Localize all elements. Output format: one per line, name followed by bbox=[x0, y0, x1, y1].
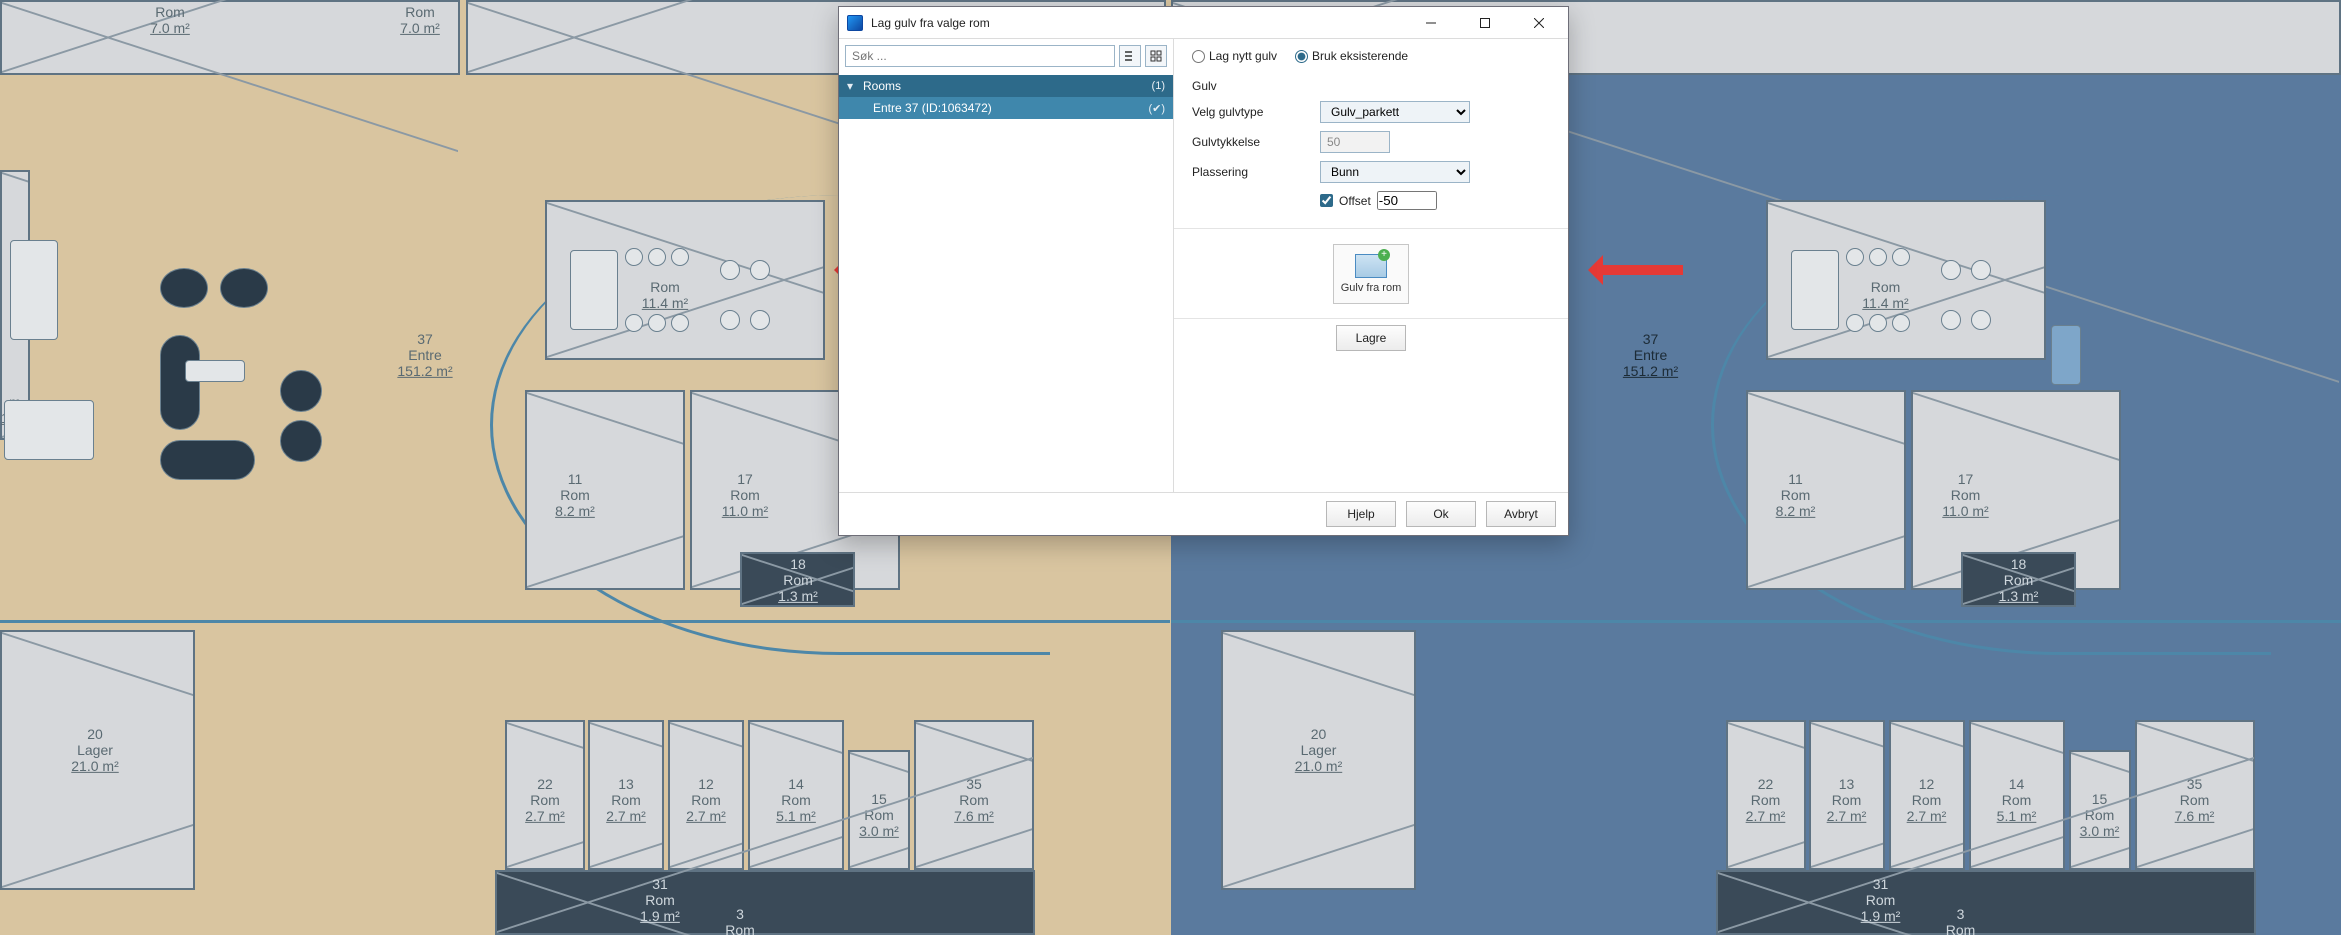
radio-existing-floor-label: Bruk eksisterende bbox=[1312, 49, 1408, 63]
floor-from-room-label: Gulv fra rom bbox=[1341, 282, 1402, 294]
window-maximize-button[interactable] bbox=[1462, 7, 1508, 38]
floor-thickness-input bbox=[1320, 131, 1390, 153]
floor-placement-label: Plassering bbox=[1192, 165, 1312, 179]
window-close-button[interactable] bbox=[1516, 7, 1562, 38]
radio-new-floor-label: Lag nytt gulv bbox=[1209, 49, 1277, 63]
offset-input[interactable] bbox=[1377, 191, 1437, 210]
offset-label: Offset bbox=[1339, 194, 1371, 208]
floor-type-select[interactable]: Gulv_parkett bbox=[1320, 101, 1470, 123]
tree-item-label: Entre 37 (ID:1063472) bbox=[873, 101, 1127, 115]
floor-type-label: Velg gulvtype bbox=[1192, 105, 1312, 119]
help-button[interactable]: Hjelp bbox=[1326, 501, 1396, 527]
floor-from-room-icon bbox=[1355, 254, 1387, 278]
tree-group-count: (1) bbox=[1133, 80, 1165, 92]
radio-existing-floor[interactable]: Bruk eksisterende bbox=[1295, 49, 1408, 63]
tree-item-entre37[interactable]: Entre 37 (ID:1063472) (✔) bbox=[839, 97, 1173, 119]
tree-group-label: Rooms bbox=[863, 79, 1127, 93]
dialog-titlebar[interactable]: Lag gulv fra valge rom bbox=[839, 7, 1568, 39]
room-tree[interactable]: ▾ Rooms (1) Entre 37 (ID:1063472) (✔) bbox=[839, 73, 1173, 492]
save-button[interactable]: Lagre bbox=[1336, 325, 1406, 351]
floor-placement-select[interactable]: Bunn bbox=[1320, 161, 1470, 183]
radio-new-floor[interactable]: Lag nytt gulv bbox=[1192, 49, 1277, 63]
dialog-title: Lag gulv fra valge rom bbox=[871, 16, 1400, 30]
search-input[interactable] bbox=[845, 45, 1115, 67]
room-tree-panel: ▾ Rooms (1) Entre 37 (ID:1063472) (✔) bbox=[839, 39, 1174, 492]
ok-button[interactable]: Ok bbox=[1406, 501, 1476, 527]
tree-group-rooms[interactable]: ▾ Rooms (1) bbox=[839, 75, 1173, 97]
dialog-footer: Hjelp Ok Avbryt bbox=[839, 493, 1568, 535]
floor-from-room-chip[interactable]: Gulv fra rom bbox=[1333, 244, 1409, 304]
chevron-down-icon: ▾ bbox=[847, 79, 857, 93]
floor-form: Lag nytt gulv Bruk eksisterende Gulv Vel… bbox=[1174, 39, 1568, 228]
tree-grid-view-button[interactable] bbox=[1145, 45, 1167, 67]
tree-list-view-button[interactable] bbox=[1119, 45, 1141, 67]
tree-item-checkmark: (✔) bbox=[1133, 102, 1165, 115]
cancel-button[interactable]: Avbryt bbox=[1486, 501, 1556, 527]
window-minimize-button[interactable] bbox=[1408, 7, 1454, 38]
floor-thickness-label: Gulvtykkelse bbox=[1192, 135, 1312, 149]
create-floor-dialog: Lag gulv fra valge rom bbox=[838, 6, 1569, 536]
app-icon bbox=[847, 15, 863, 31]
form-section-title: Gulv bbox=[1192, 79, 1554, 93]
offset-checkbox[interactable] bbox=[1320, 194, 1333, 207]
